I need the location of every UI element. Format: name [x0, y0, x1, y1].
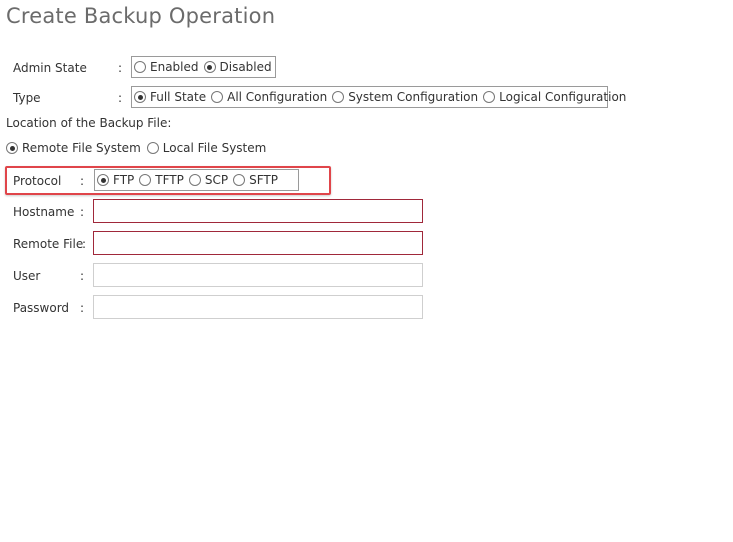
location-local-file-system-label: Local File System	[162, 141, 267, 155]
protocol-radio-group: FTP TFTP SCP SFTP	[94, 169, 299, 191]
admin-state-enabled-label: Enabled	[150, 60, 199, 74]
hostname-label: Hostname	[13, 205, 75, 219]
protocol-scp-label: SCP	[204, 173, 229, 187]
protocol-tftp-label: TFTP	[155, 173, 184, 187]
type-all-configuration-label: All Configuration	[227, 90, 328, 104]
radio-checked-icon[interactable]	[134, 91, 146, 103]
type-all-configuration-option[interactable]: All Configuration	[211, 90, 327, 104]
admin-state-disabled-label: Disabled	[219, 60, 272, 74]
radio-checked-icon[interactable]	[6, 142, 18, 154]
admin-state-radio-group: Enabled Disabled	[131, 56, 276, 78]
radio-icon[interactable]	[188, 174, 201, 186]
admin-state-enabled-option[interactable]: Enabled	[134, 60, 199, 74]
type-colon: :	[118, 91, 123, 105]
password-label: Password	[13, 301, 70, 315]
type-system-configuration-option[interactable]: System Configuration	[332, 90, 478, 104]
type-system-configuration-label: System Configuration	[348, 90, 479, 104]
hostname-colon: :	[80, 205, 85, 219]
location-local-file-system-option[interactable]: Local File System	[146, 141, 267, 155]
location-radio-group: Remote File System Local File System	[6, 141, 272, 155]
type-logical-configuration-option[interactable]: Logical Configuration	[483, 90, 626, 104]
password-input[interactable]	[93, 295, 423, 319]
user-input[interactable]	[93, 263, 423, 287]
type-label: Type	[13, 91, 41, 105]
radio-icon[interactable]	[233, 174, 246, 186]
admin-state-colon: :	[118, 61, 123, 75]
type-radio-group: Full State All Configuration System Conf…	[131, 86, 626, 108]
user-colon: :	[80, 269, 85, 283]
radio-icon[interactable]	[139, 174, 152, 186]
admin-state-label: Admin State	[13, 61, 87, 75]
remote-file-label: Remote File	[13, 237, 84, 251]
radio-checked-icon[interactable]	[203, 61, 216, 73]
protocol-label: Protocol	[13, 174, 62, 188]
admin-state-disabled-option[interactable]: Disabled	[203, 60, 272, 74]
user-label: User	[13, 269, 41, 283]
location-remote-file-system-label: Remote File System	[22, 141, 141, 155]
protocol-tftp-option[interactable]: TFTP	[139, 173, 184, 187]
radio-icon[interactable]	[146, 142, 159, 154]
protocol-ftp-option[interactable]: FTP	[97, 173, 134, 187]
location-label: Location of the Backup File:	[6, 116, 172, 130]
protocol-scp-option[interactable]: SCP	[188, 173, 229, 187]
page-title: Create Backup Operation	[6, 4, 276, 28]
radio-icon[interactable]	[332, 91, 345, 103]
radio-icon[interactable]	[483, 91, 496, 103]
radio-icon[interactable]	[211, 91, 224, 103]
protocol-colon: :	[80, 174, 85, 188]
location-remote-file-system-option[interactable]: Remote File System	[6, 141, 141, 155]
type-full-state-option[interactable]: Full State	[134, 90, 206, 104]
type-logical-configuration-label: Logical Configuration	[499, 90, 627, 104]
remote-file-colon: :	[82, 237, 87, 251]
hostname-input[interactable]	[93, 199, 423, 223]
protocol-sftp-label: SFTP	[249, 173, 278, 187]
password-colon: :	[80, 301, 85, 315]
protocol-ftp-label: FTP	[113, 173, 135, 187]
type-full-state-label: Full State	[150, 90, 207, 104]
protocol-sftp-option[interactable]: SFTP	[233, 173, 278, 187]
radio-checked-icon[interactable]	[97, 174, 109, 186]
remote-file-input[interactable]	[93, 231, 423, 255]
radio-icon[interactable]	[134, 61, 146, 73]
